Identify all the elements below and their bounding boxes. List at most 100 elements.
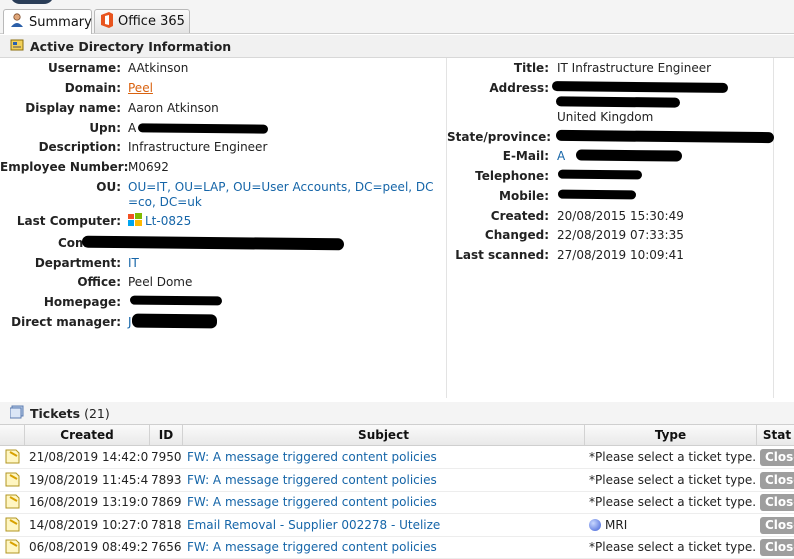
ticket-created: 14/08/2019 10:27:00: [29, 517, 149, 532]
ticket-id: 7869: [151, 495, 182, 509]
field-label: Title:: [513, 61, 549, 75]
field-value: M0692: [128, 160, 169, 174]
ticket-id: 7950: [151, 450, 182, 464]
field-label: Description:: [38, 140, 121, 154]
ticket-id: 7893: [151, 472, 182, 487]
tab-office-365[interactable]: Office 365: [94, 9, 190, 33]
ticket-type: *Please select a ticket type...: [589, 472, 755, 487]
domain-link[interactable]: Peel: [128, 79, 153, 97]
redaction-mark: [551, 81, 729, 93]
field-label: E-Mail:: [502, 149, 549, 163]
ticket-type-cell: *Please select a ticket type...: [589, 446, 755, 468]
table-row[interactable]: 06/08/2019 08:49:28 7656 FW: A message tri…: [0, 536, 794, 559]
tickets-icon: [9, 405, 24, 422]
ticket-subject-link[interactable]: FW: A message triggered content policies: [187, 446, 583, 468]
directory-icon: [10, 38, 24, 55]
ticket-note-icon: [5, 446, 23, 468]
ticket-status-close-button[interactable]: Close: [760, 471, 794, 489]
field-value: United Kingdom: [557, 110, 654, 124]
ticket-type: *Please select a ticket type...: [589, 495, 755, 509]
tab-office-365-label: Office 365: [118, 14, 185, 29]
field-label: Display name:: [25, 101, 121, 115]
tickets-count: (21): [84, 405, 110, 421]
table-row[interactable]: 16/08/2019 13:19:06 7869 FW: A message tri…: [0, 491, 794, 514]
field-value: IT Infrastructure Engineer: [557, 61, 712, 75]
ticket-type-cell: *Please select a ticket type...: [589, 536, 755, 558]
tab-summary[interactable]: Summary: [3, 9, 92, 34]
tab-summary-label: Summary: [29, 14, 92, 30]
ad-section-title: Active Directory Information: [30, 38, 232, 54]
ticket-type-icon: [589, 518, 601, 531]
field-label: Homepage:: [43, 295, 121, 309]
ticket-status-close-button[interactable]: Close: [760, 539, 794, 556]
ticket-type-cell: MRI: [589, 514, 755, 536]
field-label: Username:: [47, 61, 121, 75]
column-header-created[interactable]: Created: [25, 425, 150, 445]
field-label: Changed:: [484, 228, 549, 242]
tab-bar: Summary Office 365: [0, 0, 794, 34]
ticket-subject-link[interactable]: FW: A message triggered content policies: [187, 491, 583, 513]
ticket-type-cell: *Please select a ticket type...: [589, 491, 755, 513]
ticket-type: *Please select a ticket type...: [589, 450, 755, 464]
ticket-created: 16/08/2019 13:19:06: [29, 495, 149, 509]
ticket-created: 06/08/2019 08:49:28: [29, 540, 149, 554]
table-row[interactable]: 21/08/2019 14:42:03 7950 FW: A message tri…: [0, 446, 794, 469]
ou-link[interactable]: OU=IT, OU=LAP, OU=User Accounts, DC=peel…: [128, 180, 440, 210]
column-header-subject[interactable]: Subject: [183, 425, 585, 445]
field-label: State/province:: [447, 130, 552, 144]
field-label: Department:: [34, 256, 121, 270]
ticket-note-icon: [5, 491, 23, 513]
column-header-type[interactable]: Type: [585, 425, 757, 445]
ticket-id: 7818: [151, 517, 182, 532]
redaction-mark: [557, 189, 637, 200]
field-label: Employee Number:: [0, 160, 129, 174]
column-header-icon: [0, 425, 25, 445]
ticket-note-icon: [5, 514, 23, 536]
ticket-status-close-button[interactable]: Close: [760, 516, 794, 534]
redaction-mark: [129, 295, 223, 306]
department-link[interactable]: IT: [128, 254, 139, 272]
ticket-note-icon: [5, 536, 23, 558]
column-header-id[interactable]: ID: [150, 425, 183, 445]
email-link[interactable]: A: [557, 147, 565, 165]
table-row[interactable]: 19/08/2019 11:45:47 7893 FW: A message tri…: [0, 469, 794, 492]
tickets-table-header: Created ID Subject Type Stat: [0, 424, 794, 446]
ticket-id: 7656: [151, 540, 182, 554]
ticket-type-cell: *Please select a ticket type...: [589, 469, 755, 491]
field-value: A: [128, 121, 137, 135]
ticket-status-close-button[interactable]: Close: [760, 494, 794, 511]
ticket-subject-link[interactable]: FW: A message triggered content policies: [187, 536, 583, 558]
redaction-mark: [131, 313, 218, 329]
ticket-subject-link[interactable]: Email Removal - Supplier 002278 - Uteliz…: [187, 514, 583, 536]
field-label: Last scanned:: [455, 248, 549, 262]
field-label: Address:: [489, 81, 549, 95]
redaction-mark: [557, 169, 643, 180]
ticket-note-icon: [5, 469, 23, 491]
table-row[interactable]: 14/08/2019 10:27:00 7818 Email Removal - S…: [0, 514, 794, 537]
field-label: Office:: [77, 275, 121, 289]
redaction-mark: [575, 149, 683, 162]
field-value: Infrastructure Engineer: [128, 140, 268, 154]
redaction-mark: [137, 123, 269, 134]
last-computer-value[interactable]: Lt-0825: [128, 212, 191, 232]
field-value: Peel Dome: [128, 275, 193, 289]
field-label: Created:: [490, 209, 549, 223]
field-label: OU:: [96, 180, 121, 194]
field-label: Telephone:: [475, 169, 549, 183]
tickets-section-header[interactable]: Tickets (21): [0, 402, 794, 425]
tickets-title: Tickets: [30, 405, 81, 421]
ad-section-header: Active Directory Information: [0, 35, 794, 58]
ticket-status-close-button[interactable]: Close: [760, 449, 794, 466]
field-label: Upn:: [89, 121, 121, 135]
last-computer-link[interactable]: Lt-0825: [145, 214, 191, 228]
column-header-status[interactable]: Stat: [757, 425, 794, 445]
ticket-created: 19/08/2019 11:45:47: [29, 472, 149, 487]
window-decoration: [10, 0, 54, 4]
field-value: 22/08/2019 07:33:35: [557, 228, 684, 242]
field-label: Mobile:: [499, 189, 549, 203]
column-divider-right: [773, 58, 774, 398]
field-label: Direct manager:: [11, 315, 121, 329]
field-value: 27/08/2019 10:09:41: [557, 248, 684, 262]
ticket-subject-link[interactable]: FW: A message triggered content policies: [187, 469, 583, 491]
office-icon: [100, 11, 114, 32]
